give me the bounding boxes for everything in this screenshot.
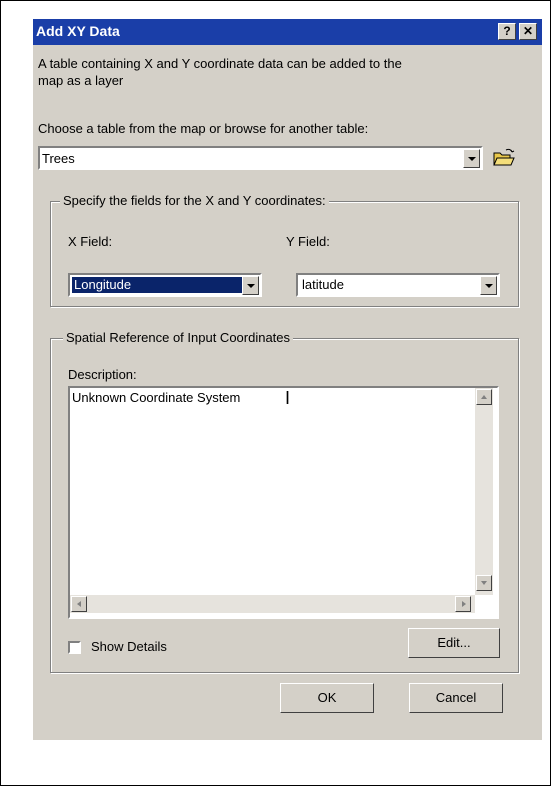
add-xy-data-dialog: Add XY Data ? ✕ A table containing X and… <box>33 19 542 740</box>
y-field-label: Y Field: <box>286 234 330 249</box>
vertical-scrollbar[interactable] <box>475 388 493 595</box>
x-field-dropdown-button[interactable] <box>242 276 259 295</box>
title-bar: Add XY Data ? ✕ <box>33 19 542 45</box>
arrow-down-icon <box>481 581 487 585</box>
y-field-value: latitude <box>302 277 344 292</box>
description-value: Unknown Coordinate System <box>72 390 241 405</box>
intro-text-line1: A table containing X and Y coordinate da… <box>38 56 402 71</box>
scroll-right-button[interactable] <box>455 596 471 612</box>
x-field-value: Longitude <box>74 277 132 292</box>
chevron-down-icon <box>247 284 255 288</box>
table-dropdown-button[interactable] <box>463 149 480 168</box>
open-folder-icon <box>493 148 515 166</box>
y-field-dropdown-button[interactable] <box>480 276 497 295</box>
dialog-title: Add XY Data <box>36 23 120 39</box>
table-value: Trees <box>42 151 75 166</box>
arrow-left-icon <box>77 601 81 607</box>
text-cursor-icon: I <box>285 388 291 408</box>
horizontal-scrollbar[interactable] <box>70 595 475 613</box>
scroll-up-button[interactable] <box>476 389 492 405</box>
ok-button[interactable]: OK <box>280 683 374 713</box>
show-details-checkbox[interactable] <box>68 641 81 654</box>
arrow-right-icon <box>462 601 466 607</box>
chevron-down-icon <box>485 284 493 288</box>
close-button[interactable]: ✕ <box>519 23 537 40</box>
choose-table-label: Choose a table from the map or browse fo… <box>38 121 369 136</box>
y-field-combobox[interactable]: latitude <box>296 273 500 297</box>
intro-text-line2: map as a layer <box>38 73 124 88</box>
edit-button[interactable]: Edit... <box>408 628 500 658</box>
cancel-button[interactable]: Cancel <box>409 683 503 713</box>
spatial-reference-legend: Spatial Reference of Input Coordinates <box>63 330 294 345</box>
chevron-down-icon <box>468 157 476 161</box>
x-field-label: X Field: <box>68 234 113 249</box>
help-button[interactable]: ? <box>498 23 516 40</box>
x-field-combobox[interactable]: Longitude <box>68 273 262 297</box>
scroll-down-button[interactable] <box>476 575 492 591</box>
description-textarea[interactable]: Unknown Coordinate System I <box>68 386 499 619</box>
scroll-left-button[interactable] <box>71 596 87 612</box>
arrow-up-icon <box>481 395 487 399</box>
fields-group-legend: Specify the fields for the X and Y coord… <box>60 193 329 208</box>
browse-button[interactable] <box>490 146 516 170</box>
table-combobox[interactable]: Trees <box>38 146 483 170</box>
description-label: Description: <box>68 367 137 382</box>
show-details-label: Show Details <box>91 639 167 654</box>
